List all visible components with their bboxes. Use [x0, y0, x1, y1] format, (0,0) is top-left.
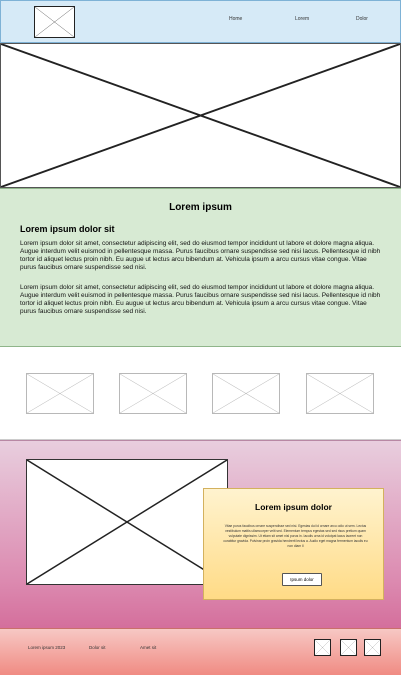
text-section: Lorem ipsum Lorem ipsum dolor sit Lorem … [0, 188, 401, 347]
footer-link-amet-sit[interactable]: Amet sit [140, 645, 156, 650]
section-subtitle: Lorem ipsum dolor sit [20, 224, 115, 234]
feature-section: Lorem ipsum dolor Vitae purus faucibus o… [0, 440, 401, 628]
section-title: Lorem ipsum [169, 202, 232, 213]
nav-link-lorem[interactable]: Lorem [295, 16, 309, 22]
gallery-placeholder-image[interactable] [306, 373, 374, 414]
logo-placeholder-image[interactable] [34, 6, 75, 38]
footer-link-dolor-sit[interactable]: Dolor sit [89, 645, 106, 650]
footer-copyright: Lorem ipsum 2023 [28, 645, 66, 650]
feature-placeholder-image [26, 459, 228, 585]
card-text: Vitae purus faucibus ornare suspendisse … [223, 524, 368, 548]
gallery-section [0, 347, 401, 440]
nav-link-home[interactable]: Home [229, 16, 242, 22]
hero-placeholder-image [0, 43, 401, 188]
nav-link-dolor[interactable]: Dolor [356, 16, 368, 22]
social-icon[interactable] [364, 639, 381, 656]
site-footer: Lorem ipsum 2023 Dolor sit Amet sit [0, 628, 401, 675]
site-header: Home Lorem Dolor [0, 0, 401, 43]
social-icon[interactable] [314, 639, 331, 656]
feature-card: Lorem ipsum dolor Vitae purus faucibus o… [203, 488, 384, 600]
gallery-placeholder-image[interactable] [119, 373, 187, 414]
gallery-placeholder-image[interactable] [212, 373, 280, 414]
card-title: Lorem ipsum dolor [255, 502, 332, 512]
paragraph: Lorem ipsum dolor sit amet, consectetur … [20, 284, 381, 315]
paragraph: Lorem ipsum dolor sit amet, consectetur … [20, 240, 381, 271]
gallery-placeholder-image[interactable] [26, 373, 94, 414]
card-button[interactable]: Ipsum dolor [282, 573, 322, 586]
social-icon[interactable] [340, 639, 357, 656]
